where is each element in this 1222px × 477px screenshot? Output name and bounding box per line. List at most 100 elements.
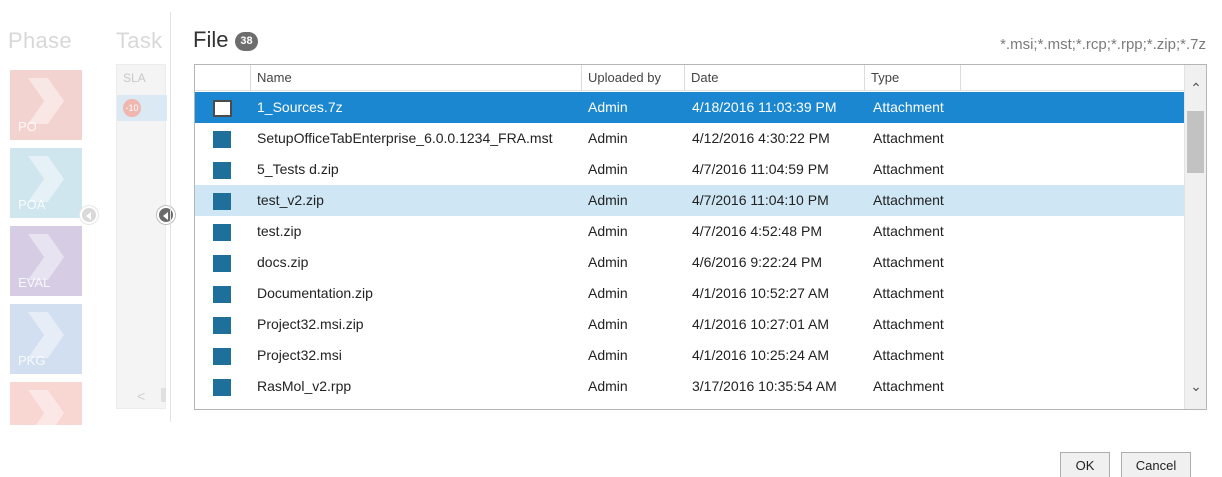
file-icon <box>213 255 231 272</box>
file-icon <box>213 286 231 303</box>
column-header-uploaded-by[interactable]: Uploaded by <box>582 65 685 91</box>
phase-label: PKG <box>18 353 46 368</box>
file-icon <box>213 193 231 210</box>
uploaded-by: Admin <box>588 285 628 301</box>
phase-list: PO POA EVAL PKG <box>10 70 82 425</box>
phase-tile-poa[interactable]: POA <box>10 148 82 218</box>
chevron-icon <box>28 390 64 425</box>
file-type: Attachment <box>873 285 944 301</box>
file-icon <box>213 162 231 179</box>
phase-tile-eval[interactable]: EVAL <box>10 226 82 296</box>
collapse-task-arrow-icon[interactable] <box>157 206 175 224</box>
file-icon <box>213 348 231 365</box>
file-icon <box>213 317 231 334</box>
chevron-icon <box>28 156 64 202</box>
file-type: Attachment <box>873 99 944 115</box>
table-row[interactable]: 1_Sources.7z Admin 4/18/2016 11:03:39 PM… <box>195 92 1185 123</box>
phase-column-header: Phase <box>8 28 72 53</box>
upload-date: 4/7/2016 11:04:10 PM <box>692 192 829 208</box>
chevron-icon <box>28 78 64 124</box>
file-type: Attachment <box>873 161 944 177</box>
uploaded-by: Admin <box>588 192 628 208</box>
file-name: RasMol_v2.rpp <box>257 378 352 394</box>
file-name: Documentation.zip <box>257 285 373 301</box>
table-row[interactable]: Project32.msi.zip Admin 4/1/2016 10:27:0… <box>195 309 1185 340</box>
file-grid[interactable]: Name Uploaded by Date Type 1_Sources.7z … <box>194 64 1207 410</box>
phase-tile-next[interactable] <box>10 382 82 425</box>
upload-date: 4/7/2016 11:04:59 PM <box>692 161 829 177</box>
uploaded-by: Admin <box>588 378 628 394</box>
file-name: test.zip <box>257 223 302 239</box>
uploaded-by: Admin <box>588 130 628 146</box>
upload-date: 4/18/2016 11:03:39 PM <box>692 99 837 115</box>
table-row[interactable]: test.zip Admin 4/7/2016 4:52:48 PM Attac… <box>195 216 1185 247</box>
task-list: SLA -10 < <box>116 64 167 409</box>
grid-rows: 1_Sources.7z Admin 4/18/2016 11:03:39 PM… <box>195 92 1185 402</box>
table-row[interactable]: 5_Tests d.zip Admin 4/7/2016 11:04:59 PM… <box>195 154 1185 185</box>
file-name: Project32.msi <box>257 347 342 363</box>
column-header-name[interactable]: Name <box>251 65 582 91</box>
chevron-down-icon[interactable]: ⌄ <box>1185 375 1206 397</box>
task-sla-header: SLA <box>123 71 146 85</box>
collapse-phase-arrow-icon[interactable] <box>80 206 98 224</box>
column-header-type[interactable]: Type <box>865 65 961 91</box>
file-name: docs.zip <box>257 254 309 270</box>
horizontal-scrollbar-thumb[interactable] <box>161 388 166 402</box>
file-type: Attachment <box>873 316 944 332</box>
phase-label: EVAL <box>18 275 51 290</box>
phase-tile-pkg[interactable]: PKG <box>10 304 82 374</box>
phase-label: PO <box>18 119 37 134</box>
file-icon <box>213 379 231 396</box>
scroll-left-icon[interactable]: < <box>137 388 145 404</box>
table-row[interactable]: Project32.msi Admin 4/1/2016 10:25:24 AM… <box>195 340 1185 371</box>
table-row[interactable]: Documentation.zip Admin 4/1/2016 10:52:2… <box>195 278 1185 309</box>
column-header-icon <box>195 65 251 91</box>
chevron-up-icon[interactable]: ⌃ <box>1185 77 1206 99</box>
scrollbar-thumb[interactable] <box>1187 111 1204 173</box>
upload-date: 4/1/2016 10:25:24 AM <box>692 347 829 363</box>
grid-header: Name Uploaded by Date Type <box>195 65 1185 91</box>
table-row[interactable]: SetupOfficeTabEnterprise_6.0.0.1234_FRA.… <box>195 123 1185 154</box>
file-count-badge: 38 <box>235 32 258 51</box>
upload-date: 4/1/2016 10:52:27 AM <box>692 285 829 301</box>
file-type: Attachment <box>873 192 944 208</box>
uploaded-by: Admin <box>588 223 628 239</box>
uploaded-by: Admin <box>588 99 628 115</box>
chevron-icon <box>28 312 64 358</box>
file-type: Attachment <box>873 223 944 239</box>
column-header-date[interactable]: Date <box>685 65 865 91</box>
file-name: test_v2.zip <box>257 192 324 208</box>
file-type: Attachment <box>873 347 944 363</box>
file-name: 1_Sources.7z <box>257 99 343 115</box>
upload-date: 4/6/2016 9:22:24 PM <box>692 254 822 270</box>
uploaded-by: Admin <box>588 161 628 177</box>
ok-button[interactable]: OK <box>1060 452 1110 477</box>
file-icon <box>213 131 231 148</box>
file-type: Attachment <box>873 130 944 146</box>
file-type: Attachment <box>873 254 944 270</box>
upload-date: 4/7/2016 4:52:48 PM <box>692 223 822 239</box>
phase-tile-po[interactable]: PO <box>10 70 82 140</box>
cancel-button[interactable]: Cancel <box>1121 452 1191 477</box>
vertical-scrollbar[interactable]: ⌃ ⌄ <box>1184 65 1206 409</box>
table-row[interactable]: RasMol_v2.rpp Admin 3/17/2016 10:35:54 A… <box>195 371 1185 402</box>
upload-date: 4/12/2016 4:30:22 PM <box>692 130 830 146</box>
chevron-icon <box>28 234 64 280</box>
sla-badge: -10 <box>123 99 141 117</box>
upload-date: 4/1/2016 10:27:01 AM <box>692 316 829 332</box>
table-row[interactable]: docs.zip Admin 4/6/2016 9:22:24 PM Attac… <box>195 247 1185 278</box>
file-type-filter: *.msi;*.mst;*.rcp;*.rpp;*.zip;*.7z <box>1000 36 1206 53</box>
file-type: Attachment <box>873 378 944 394</box>
file-icon <box>213 224 231 241</box>
file-name: 5_Tests d.zip <box>257 161 339 177</box>
uploaded-by: Admin <box>588 347 628 363</box>
file-icon <box>213 100 232 117</box>
dialog-title: File <box>193 27 229 52</box>
uploaded-by: Admin <box>588 316 628 332</box>
upload-date: 3/17/2016 10:35:54 AM <box>692 378 837 394</box>
table-row[interactable]: test_v2.zip Admin 4/7/2016 11:04:10 PM A… <box>195 185 1185 216</box>
task-row[interactable]: -10 <box>117 95 167 121</box>
file-name: Project32.msi.zip <box>257 316 364 332</box>
phase-label: POA <box>18 197 46 212</box>
task-column-header: Task <box>116 28 163 53</box>
